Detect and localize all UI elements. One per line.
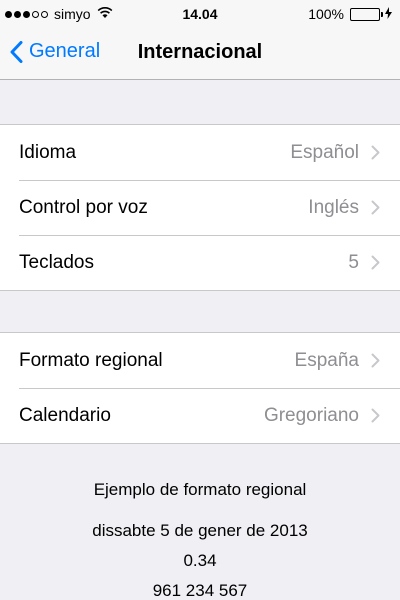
- example-date: dissabte 5 de gener de 2013: [92, 521, 308, 540]
- row-value: España: [294, 349, 359, 371]
- row-value: Gregoriano: [263, 404, 359, 426]
- navigation-bar: General Internacional: [0, 28, 400, 80]
- row-calendario[interactable]: Calendario Gregoriano: [0, 388, 400, 443]
- row-value: Inglés: [308, 196, 359, 218]
- settings-group-language: Idioma Español Control por voz Inglés Te…: [0, 124, 400, 291]
- row-value: 5: [348, 251, 359, 273]
- chevron-right-icon: [371, 145, 380, 160]
- battery-percent: 100%: [308, 6, 344, 22]
- row-idioma[interactable]: Idioma Español: [0, 125, 400, 180]
- battery-icon: [350, 7, 380, 21]
- bolt-icon: [385, 6, 392, 22]
- status-bar: simyo 14.04 100%: [0, 0, 400, 28]
- chevron-right-icon: [371, 255, 380, 270]
- row-control-por-voz[interactable]: Control por voz Inglés: [0, 180, 400, 235]
- row-label: Control por voz: [19, 196, 148, 218]
- settings-group-region: Formato regional España Calendario Grego…: [0, 332, 400, 444]
- example-number: 0.34: [183, 551, 217, 570]
- page-title: Internacional: [137, 41, 263, 63]
- chevron-right-icon: [371, 408, 380, 423]
- chevron-right-icon: [371, 200, 380, 215]
- row-label: Calendario: [19, 404, 111, 426]
- row-label: Formato regional: [19, 349, 163, 371]
- battery-status: 100%: [308, 6, 392, 22]
- example-phone: 961 234 567: [152, 581, 248, 600]
- regional-format-example: Ejemplo de formato regional dissabte 5 d…: [0, 480, 400, 600]
- row-formato-regional[interactable]: Formato regional España: [0, 333, 400, 388]
- chevron-right-icon: [371, 353, 380, 368]
- row-value: Español: [290, 141, 359, 163]
- row-label: Idioma: [19, 141, 77, 163]
- row-teclados[interactable]: Teclados 5: [0, 235, 400, 290]
- battery-tip: [381, 11, 383, 17]
- example-title: Ejemplo de formato regional: [93, 480, 307, 499]
- row-label: Teclados: [19, 251, 94, 273]
